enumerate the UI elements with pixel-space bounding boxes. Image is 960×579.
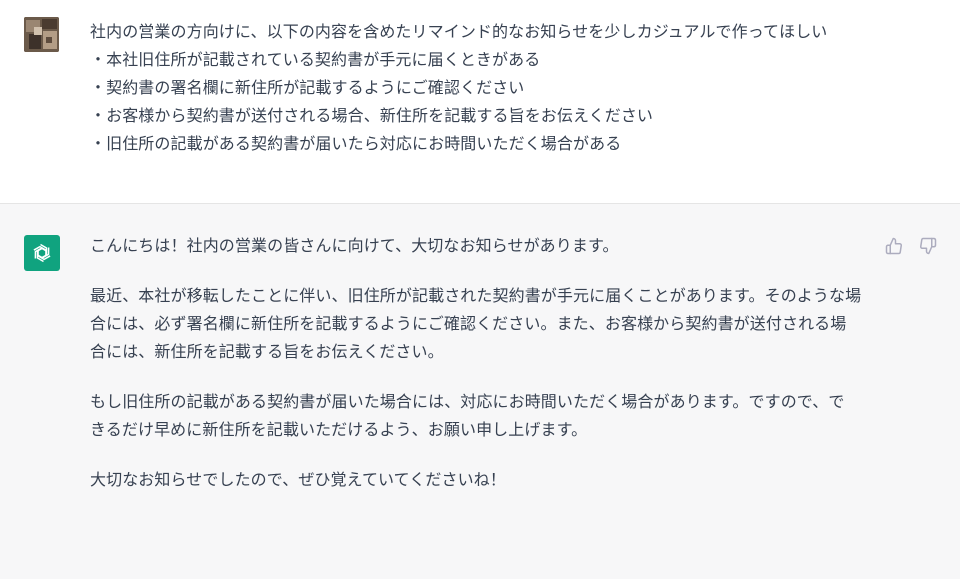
assistant-line: 合には、新住所を記載する旨をお伝えください。 — [90, 342, 444, 361]
user-message-text: 社内の営業の方向けに、以下の内容を含めたリマインド的なお知らせを少しカジュアルで… — [90, 18, 827, 158]
user-message-line: ・お客様から契約書が送付される場合、新住所を記載する旨をお伝えください — [90, 106, 654, 125]
assistant-message: こんにちは！社内の営業の皆さんに向けて、大切なお知らせがあります。 最近、本社が… — [0, 204, 960, 579]
user-message-line: 社内の営業の方向けに、以下の内容を含めたリマインド的なお知らせを少しカジュアルで… — [90, 22, 828, 41]
thumbs-down-icon — [920, 237, 937, 255]
assistant-message-text: こんにちは！社内の営業の皆さんに向けて、大切なお知らせがあります。 最近、本社が… — [90, 232, 870, 516]
assistant-line: もし旧住所の記載がある契約書が届いた場合には、対応にお時間いただく場合があります… — [90, 392, 845, 411]
openai-logo-icon — [24, 235, 60, 271]
user-message-line: ・旧住所の記載がある契約書が届いたら対応にお時間いただく場合がある — [90, 134, 622, 153]
assistant-line: きるだけ早めに新住所を記載いただけるよう、お願い申し上げます。 — [90, 420, 588, 439]
user-message-line: ・本社旧住所が記載されている契約書が手元に届くときがある — [90, 50, 541, 69]
thumbs-up-icon — [885, 237, 902, 255]
feedback-controls — [884, 236, 938, 256]
user-avatar — [24, 17, 59, 52]
assistant-line: こんにちは！社内の営業の皆さんに向けて、大切なお知らせがあります。 — [90, 236, 619, 255]
thumbs-up-button[interactable] — [884, 236, 904, 256]
assistant-line: 最近、本社が移転したことに伴い、旧住所が記載された契約書が手元に届くことがありま… — [90, 286, 862, 305]
assistant-line: 合には、必ず署名欄に新住所を記載するようにご確認ください。また、お客様から契約書… — [90, 314, 847, 333]
user-message: 社内の営業の方向けに、以下の内容を含めたリマインド的なお知らせを少しカジュアルで… — [0, 0, 960, 204]
assistant-paragraph: もし旧住所の記載がある契約書が届いた場合には、対応にお時間いただく場合があります… — [90, 388, 870, 444]
assistant-line: 大切なお知らせでしたので、ぜひ覚えていてくださいね！ — [90, 470, 506, 489]
assistant-paragraph: 最近、本社が移転したことに伴い、旧住所が記載された契約書が手元に届くことがありま… — [90, 282, 870, 366]
assistant-paragraph: 大切なお知らせでしたので、ぜひ覚えていてくださいね！ — [90, 466, 870, 494]
assistant-paragraph: こんにちは！社内の営業の皆さんに向けて、大切なお知らせがあります。 — [90, 232, 870, 260]
user-message-line: ・契約書の署名欄に新住所が記載するようにご確認ください — [90, 78, 525, 97]
thumbs-down-button[interactable] — [918, 236, 938, 256]
